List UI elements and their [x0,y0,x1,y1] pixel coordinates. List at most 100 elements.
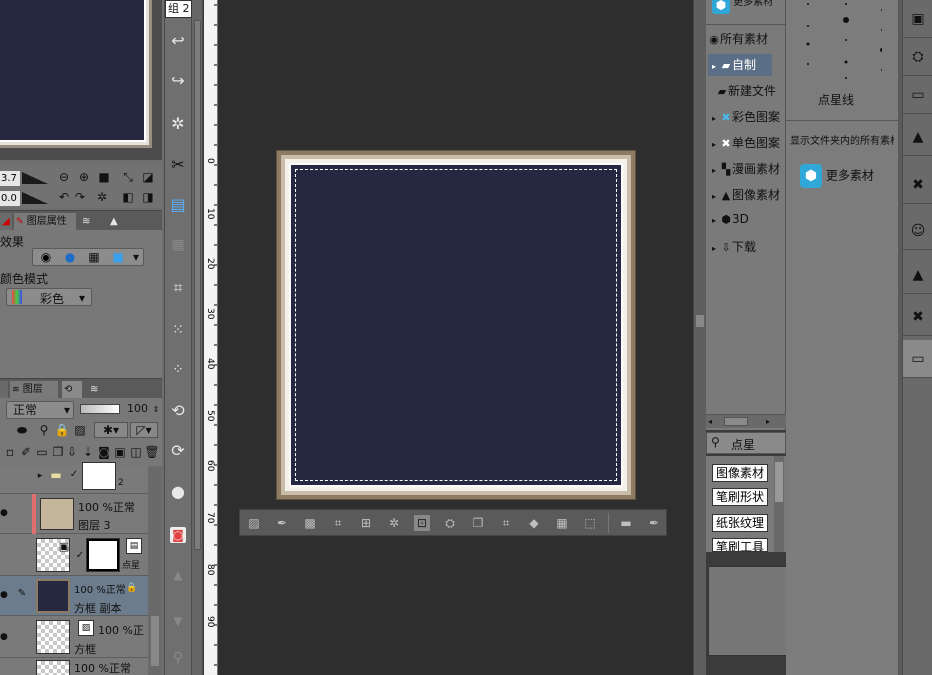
layer-row[interactable]: ▸ ▬ ✓ 2 [0,462,148,494]
tree-item-custom[interactable]: ▸ ▰ 自制 [708,54,772,76]
layer-row[interactable]: 100 %正常 [0,658,148,675]
tag-brush-shape[interactable]: 笔刷形状 [712,488,769,506]
canvas-scrollbar[interactable] [693,0,706,675]
layer-color-icon[interactable]: ● [62,249,78,265]
tree-item-manga[interactable]: ▸ ▚ 漫画素材 [708,160,784,177]
layer-row[interactable]: ▣ ✓ ▤ 点星 [0,534,148,576]
scale-icon[interactable]: ⌗ [498,515,514,531]
tag-scrollbar[interactable] [774,456,784,552]
new-raster-layer-icon[interactable]: ▫ [2,444,18,460]
fill-icon[interactable]: ▩ [302,515,318,531]
tag-brush-tool[interactable]: 笔刷工具 [712,538,769,552]
tree-item-download[interactable]: ▸ ⇩下载 [708,238,756,255]
eye-icon[interactable]: ● [0,508,10,518]
zoom-value[interactable]: 3.7 [0,171,20,186]
material-thumbnail[interactable] [794,0,884,82]
tone-icon[interactable]: ▦ [554,515,570,531]
tone-icon[interactable]: ▦ [86,249,102,265]
paste-icon[interactable]: ▤ [170,197,186,213]
select-icon[interactable]: ⬚ [582,515,598,531]
selection-icon[interactable]: ⁙ [170,322,186,338]
tree-item-3d[interactable]: ▸ ⬢3D [708,212,749,226]
undo-icon[interactable]: ↩ [170,33,186,49]
fit-window-icon[interactable]: ⤡ [120,169,136,185]
stamp-icon[interactable]: ⚲ [170,650,186,666]
layer-row-selected[interactable]: ● ✎ 100 %正常 🔒 方框 副本 [0,576,148,616]
tool-scrollbar[interactable] [192,0,203,675]
clip-icon[interactable]: ⬬ [14,422,30,438]
ruler-icon[interactable]: ▬ [618,515,634,531]
scatter-icon[interactable]: ✲ [386,515,402,531]
expand-selection-icon[interactable]: ⊡ [414,515,430,531]
rotate-icon[interactable]: ⟲ [170,403,186,419]
opacity-slider[interactable] [80,404,120,414]
tag-paper-texture[interactable]: 纸张纹理 [712,514,769,532]
copy-paste-icon[interactable]: ❐ [470,515,486,531]
merge-down-icon[interactable]: ⇩ [64,444,80,460]
folder-texture-icon[interactable]: ✖ [903,298,932,336]
clear-outside-icon[interactable]: ▨ [246,515,262,531]
tab-tool-property[interactable]: ▲ [108,213,130,231]
folder-landscape-icon[interactable]: ▲ [903,118,932,156]
flip-icon[interactable]: ◪ [140,169,156,185]
tab-search-layer[interactable]: ⟲ [62,381,82,399]
border-effect-icon[interactable]: ◉ [38,249,54,265]
redo-icon[interactable]: ↪ [170,73,186,89]
tag-search[interactable]: ⚲ 点星 [706,432,786,454]
folder-photo-icon[interactable]: ▲ [903,256,932,294]
flip-horizontal-icon[interactable]: ◧ [120,189,136,205]
tab-layer-extra[interactable]: ≋ [88,381,110,399]
rotate-right-icon[interactable]: ↷ [72,189,88,205]
transform-icon[interactable]: ⌗ [330,515,346,531]
delete-layer-icon[interactable]: 🗑 [144,444,160,460]
lock-icon[interactable]: 🔒 [54,422,70,438]
transform-icon[interactable]: ⌗ [170,280,186,296]
settings-pen-icon[interactable]: ✒ [646,515,662,531]
folder-pattern-icon[interactable]: ✖ [903,166,932,204]
zoom-slider[interactable] [22,172,48,184]
chevron-down-icon[interactable]: ▾ [128,249,144,265]
layer-row[interactable]: ● 100 %正常 图层 3 [0,494,148,534]
layer-row[interactable]: ● ▨ 100 %正 方框 [0,616,148,658]
scissors-icon[interactable]: ✂ [170,157,186,173]
tab-layer[interactable]: ≋ 图层 [10,381,58,399]
tab-prev[interactable] [0,381,8,399]
up-arrow-icon[interactable]: ▲ [170,567,186,583]
tab-layer-property[interactable]: ✎ 图层属性 [14,213,76,231]
select-all-icon[interactable]: ⁘ [170,362,186,378]
folder-active-icon[interactable]: ▭ [903,340,932,378]
crop-icon[interactable]: ⊞ [358,515,374,531]
tree-item-mono-pattern[interactable]: ▸ ✖单色图案 [708,134,784,151]
folder-gear-icon[interactable]: ⛭ [903,38,932,76]
tag-image-material[interactable]: 图像素材 [712,464,769,482]
show-all-in-folder[interactable]: 显示文件夹内的所有素材 [790,132,894,147]
bucket-icon[interactable]: ◆ [526,515,542,531]
mask-enable-icon[interactable]: ✱▾ [94,422,128,438]
new-vector-layer-icon[interactable]: ✐ [18,444,34,460]
blend-mode-select[interactable]: 正常 ▾ [6,401,74,419]
rotate-slider[interactable] [22,192,48,204]
clipboard-icon[interactable]: ▦ [170,237,186,253]
lock-transparency-icon[interactable]: ▨ [72,422,88,438]
apply-mask-icon[interactable]: ▣ [112,444,128,460]
transfer-icon[interactable]: ⇣ [80,444,96,460]
layer-color-swatch-icon[interactable]: ■ [110,249,126,265]
ruler-enable-icon[interactable]: ◸▾ [130,422,158,438]
tree-scrollbar[interactable]: ◂ ▸ [706,414,786,428]
reset-rotate-icon[interactable]: ✲ [94,189,110,205]
down-arrow-icon[interactable]: ▼ [170,613,186,629]
tab-prev[interactable]: ◢ [0,213,12,231]
folder-person-icon[interactable]: ☺ [903,212,932,250]
loading-icon[interactable]: ✲ [170,116,186,132]
mask-icon[interactable]: ◙ [96,444,112,460]
tree-item-color-pattern[interactable]: ▸ ✖彩色图案 [708,108,784,125]
camera-icon[interactable]: ◙ [170,527,186,543]
ruler-icon[interactable]: ◫ [128,444,144,460]
rotate-left-icon[interactable]: ↶ [56,189,72,205]
eye-icon[interactable]: ● [0,632,10,642]
new-folder-icon[interactable]: ▭ [34,444,50,460]
more-materials-button[interactable]: ⬢ 更多素材 [800,164,874,188]
tab-sublayer[interactable]: ≋ [80,213,102,231]
zoom-in-icon[interactable]: ⊕ [76,169,92,185]
tree-item-image[interactable]: ▸ ▲ 图像素材 [708,186,784,203]
